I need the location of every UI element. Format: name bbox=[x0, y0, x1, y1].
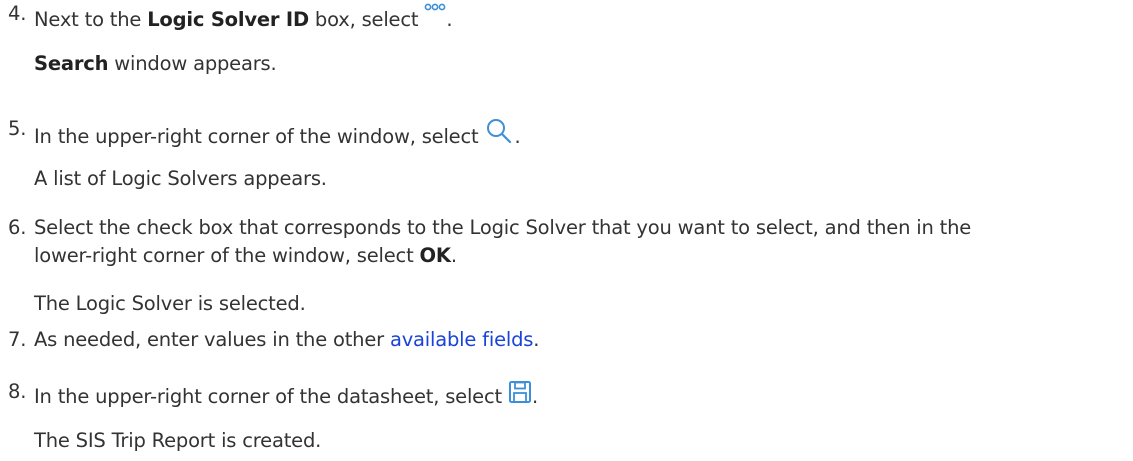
step-instruction: In the upper-right corner of the datashe… bbox=[34, 380, 538, 409]
window-name-search: Search bbox=[34, 52, 109, 75]
step-number: 6. bbox=[8, 216, 27, 239]
save-icon[interactable] bbox=[508, 380, 532, 409]
step-8-result: The SIS Trip Report is created. bbox=[34, 429, 322, 452]
more-options-icon[interactable] bbox=[424, 2, 446, 32]
step-instruction: In the upper-right corner of the window,… bbox=[34, 117, 521, 149]
step-5-result: A list of Logic Solvers appears. bbox=[34, 167, 327, 190]
step-instruction: Next to the Logic Solver ID box, select … bbox=[34, 2, 453, 32]
step-6-line2: lower-right corner of the window, select… bbox=[34, 244, 457, 267]
step-instruction-line1: Select the check box that corresponds to… bbox=[34, 216, 972, 239]
step-6-result: The Logic Solver is selected. bbox=[34, 292, 306, 315]
step-instruction: As needed, enter values in the other ava… bbox=[34, 328, 540, 351]
step-number: 4. bbox=[8, 2, 27, 25]
step-number: 8. bbox=[8, 380, 27, 403]
search-icon[interactable] bbox=[484, 117, 514, 149]
available-fields-link[interactable]: available fields bbox=[390, 328, 533, 351]
button-name-ok: OK bbox=[419, 244, 451, 267]
step-4-result: Search window appears. bbox=[34, 52, 277, 75]
field-name-logic-solver-id: Logic Solver ID bbox=[147, 8, 309, 31]
step-number: 7. bbox=[8, 328, 27, 351]
step-number: 5. bbox=[8, 117, 27, 140]
